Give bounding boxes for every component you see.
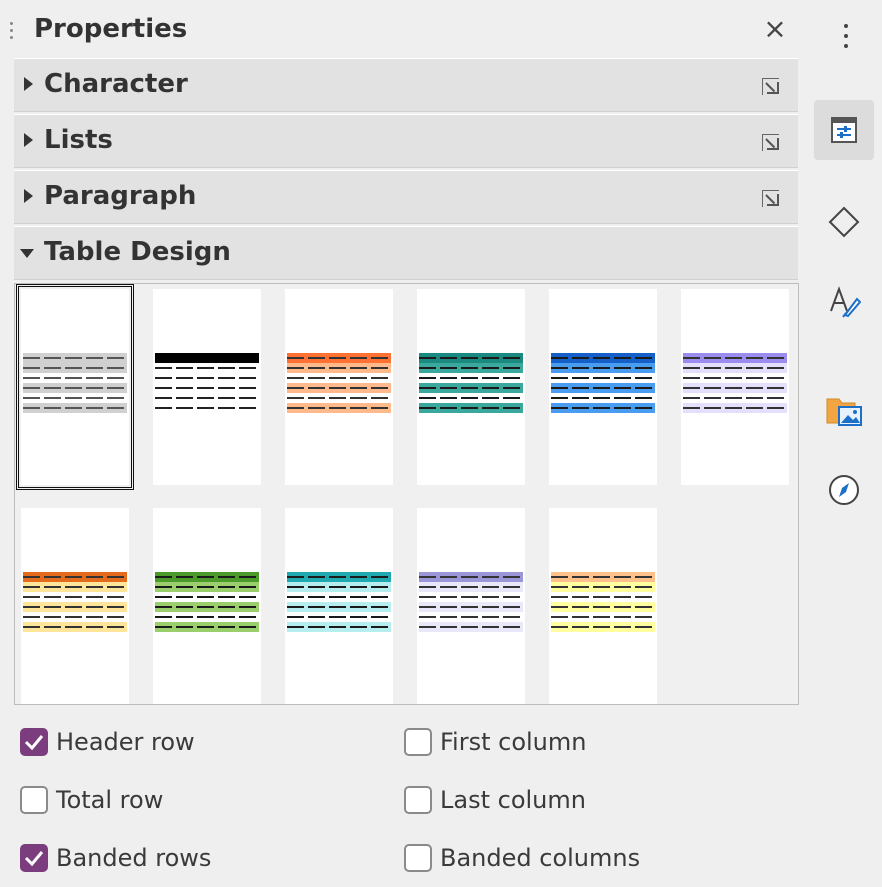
table-style-6[interactable]	[681, 289, 789, 485]
option-banded-columns[interactable]: Banded columns	[404, 841, 640, 875]
option-label: Banded rows	[56, 844, 212, 872]
more-options-icon[interactable]	[762, 134, 779, 151]
checkbox[interactable]	[404, 844, 432, 872]
more-options-icon[interactable]	[762, 190, 779, 207]
table-style-4[interactable]	[417, 289, 525, 485]
option-label: Last column	[440, 786, 586, 814]
tab-navigator[interactable]	[814, 460, 874, 520]
checkbox[interactable]	[404, 786, 432, 814]
sidebar-panel: Properties × Character Lists Paragraph T…	[0, 0, 882, 887]
table-style-5[interactable]	[549, 289, 657, 485]
section-lists[interactable]: Lists	[14, 114, 798, 168]
option-label: Banded columns	[440, 844, 641, 872]
properties-icon	[831, 117, 857, 143]
checkbox[interactable]	[20, 728, 48, 756]
more-options-icon[interactable]	[762, 78, 779, 95]
drag-handle-icon[interactable]	[10, 22, 14, 46]
collapse-arrow-icon	[20, 249, 34, 258]
checkbox[interactable]	[404, 728, 432, 756]
option-first-column[interactable]: First column	[404, 725, 586, 759]
tab-properties[interactable]	[814, 100, 874, 160]
checkbox[interactable]	[20, 844, 48, 872]
panel-title: Properties	[34, 14, 188, 44]
table-style-11[interactable]	[549, 508, 657, 704]
table-style-grid	[14, 283, 799, 705]
sidebar-menu-icon[interactable]	[844, 24, 848, 54]
option-label: Header row	[56, 728, 195, 756]
expand-arrow-icon	[24, 133, 33, 147]
table-style-3[interactable]	[285, 289, 393, 485]
option-label: Total row	[56, 786, 164, 814]
panel-titlebar: Properties ×	[0, 0, 808, 58]
table-style-8[interactable]	[153, 508, 261, 704]
tab-styles[interactable]	[814, 272, 874, 332]
section-paragraph[interactable]: Paragraph	[14, 170, 798, 224]
table-style-1[interactable]	[16, 284, 134, 490]
tab-shapes[interactable]	[814, 192, 874, 252]
expand-arrow-icon	[24, 189, 33, 203]
navigator-icon	[829, 475, 859, 505]
option-label: First column	[440, 728, 587, 756]
section-character[interactable]: Character	[14, 58, 798, 112]
gallery-icon	[826, 398, 862, 426]
expand-arrow-icon	[24, 77, 33, 91]
tab-gallery[interactable]	[814, 380, 874, 440]
option-total-row[interactable]: Total row	[20, 783, 163, 817]
styles-icon	[830, 286, 861, 318]
option-banded-rows[interactable]: Banded rows	[20, 841, 211, 875]
table-style-10[interactable]	[417, 508, 525, 704]
option-last-column[interactable]: Last column	[404, 783, 586, 817]
option-header-row[interactable]: Header row	[20, 725, 195, 759]
table-style-2[interactable]	[153, 289, 261, 485]
section-table-design[interactable]: Table Design	[14, 226, 798, 280]
table-style-9[interactable]	[285, 508, 393, 704]
table-style-7[interactable]	[21, 508, 129, 704]
checkbox[interactable]	[20, 786, 48, 814]
section-label: Paragraph	[44, 181, 197, 211]
shapes-icon	[828, 206, 860, 238]
section-label: Table Design	[44, 237, 231, 267]
section-label: Character	[44, 69, 188, 99]
section-label: Lists	[44, 125, 113, 155]
close-button[interactable]: ×	[760, 12, 790, 46]
sidebar-tabbar	[808, 0, 882, 887]
